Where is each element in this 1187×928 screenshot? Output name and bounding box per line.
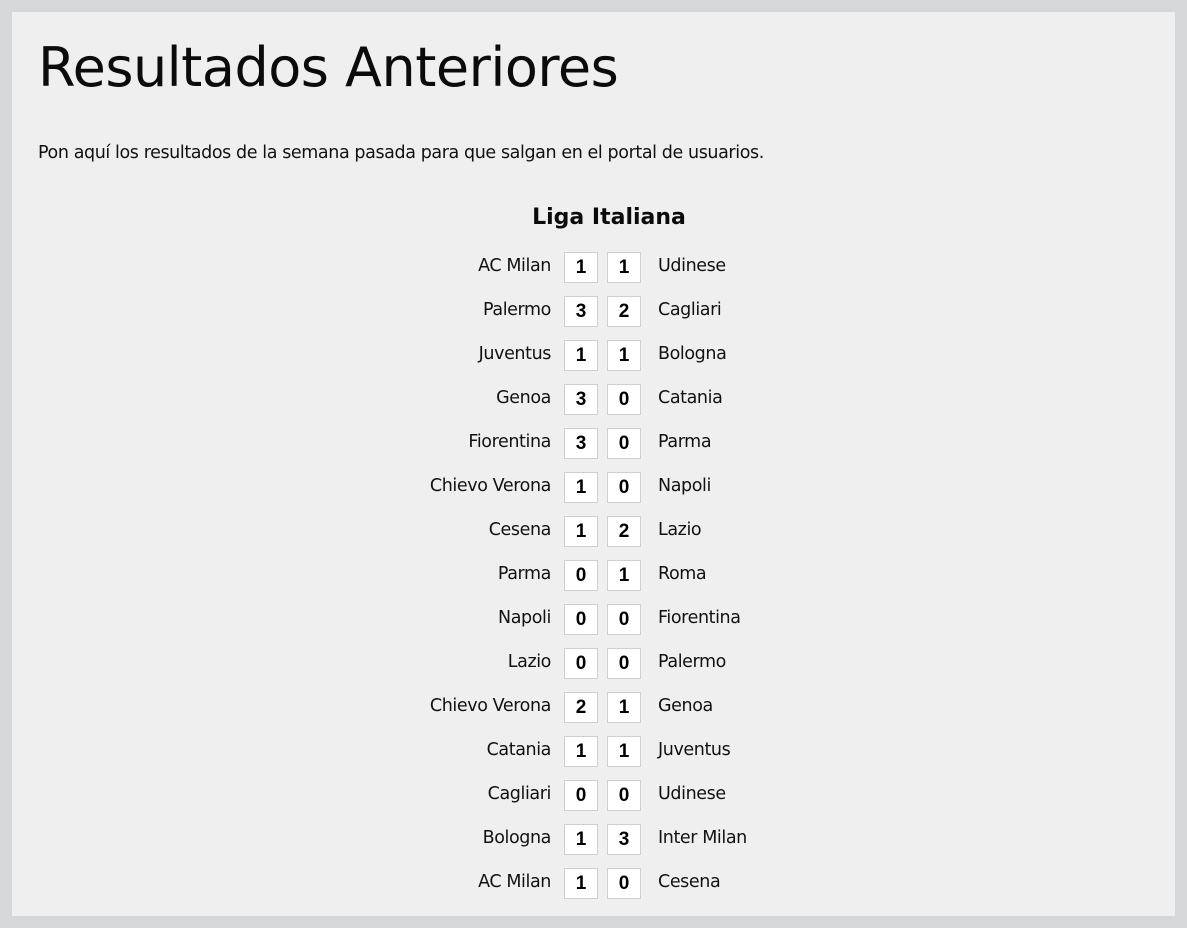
away-score-input[interactable] [607,868,641,899]
match-row: Lazio Palermo [12,644,1175,688]
away-team: Lazio [658,520,702,540]
match-list: AC Milan Udinese Palermo Cagliari Juvent… [12,248,1175,908]
home-score-input[interactable] [564,428,598,459]
match-row: Chievo Verona Genoa [12,688,1175,732]
home-score-input[interactable] [564,736,598,767]
match-row: Fiorentina Parma [12,424,1175,468]
home-score-input[interactable] [564,296,598,327]
home-team: Fiorentina [468,432,551,452]
home-team: Juventus [478,344,552,364]
away-score-input[interactable] [607,384,641,415]
away-score-input[interactable] [607,780,641,811]
home-score-input[interactable] [564,252,598,283]
match-row: Catania Juventus [12,732,1175,776]
away-score-input[interactable] [607,824,641,855]
home-team: Cesena [488,520,552,540]
away-team: Juventus [658,740,731,760]
home-score-input[interactable] [564,472,598,503]
home-score-input[interactable] [564,384,598,415]
intro-text: Pon aquí los resultados de la semana pas… [38,143,764,163]
match-row: Napoli Fiorentina [12,600,1175,644]
home-team: Parma [497,564,552,584]
away-score-input[interactable] [607,604,641,635]
away-score-input[interactable] [607,340,641,371]
match-row: Bologna Inter Milan [12,820,1175,864]
home-score-input[interactable] [564,516,598,547]
home-score-input[interactable] [564,340,598,371]
home-score-input[interactable] [564,868,598,899]
away-team: Roma [658,564,707,584]
away-team: Fiorentina [658,608,741,628]
home-team: AC Milan [478,256,551,276]
home-team: Lazio [507,652,552,672]
home-score-input[interactable] [564,604,598,635]
home-team: Cagliari [487,784,552,804]
away-team: Napoli [658,476,711,496]
home-score-input[interactable] [564,560,598,591]
away-team: Parma [658,432,712,452]
match-row: Parma Roma [12,556,1175,600]
home-team: Genoa [496,388,551,408]
away-score-input[interactable] [607,296,641,327]
away-team: Palermo [658,652,726,672]
home-team: Catania [486,740,552,760]
page-title: Resultados Anteriores [38,36,619,99]
away-team: Cesena [658,872,721,892]
home-score-input[interactable] [564,648,598,679]
match-row: Cesena Lazio [12,512,1175,556]
results-panel: Resultados Anteriores Pon aquí los resul… [12,12,1175,916]
home-team: Napoli [498,608,551,628]
away-team: Bologna [658,344,727,364]
home-score-input[interactable] [564,692,598,723]
away-team: Udinese [658,784,726,804]
match-row: Genoa Catania [12,380,1175,424]
home-score-input[interactable] [564,780,598,811]
home-team: Palermo [483,300,551,320]
away-score-input[interactable] [607,516,641,547]
away-score-input[interactable] [607,736,641,767]
match-row: AC Milan Cesena [12,864,1175,908]
match-row: Cagliari Udinese [12,776,1175,820]
home-team: Chievo Verona [429,476,551,496]
away-team: Inter Milan [658,828,747,848]
away-score-input[interactable] [607,692,641,723]
home-team: AC Milan [478,872,551,892]
match-row: Palermo Cagliari [12,292,1175,336]
home-score-input[interactable] [564,824,598,855]
away-team: Cagliari [658,300,722,320]
away-score-input[interactable] [607,252,641,283]
home-team: Bologna [482,828,552,848]
match-row: Chievo Verona Napoli [12,468,1175,512]
match-row: Juventus Bologna [12,336,1175,380]
away-score-input[interactable] [607,648,641,679]
away-team: Udinese [658,256,726,276]
league-title: Liga Italiana [532,205,686,230]
away-score-input[interactable] [607,560,641,591]
away-score-input[interactable] [607,428,641,459]
away-team: Catania [658,388,723,408]
away-score-input[interactable] [607,472,641,503]
home-team: Chievo Verona [429,696,551,716]
match-row: AC Milan Udinese [12,248,1175,292]
away-team: Genoa [658,696,713,716]
